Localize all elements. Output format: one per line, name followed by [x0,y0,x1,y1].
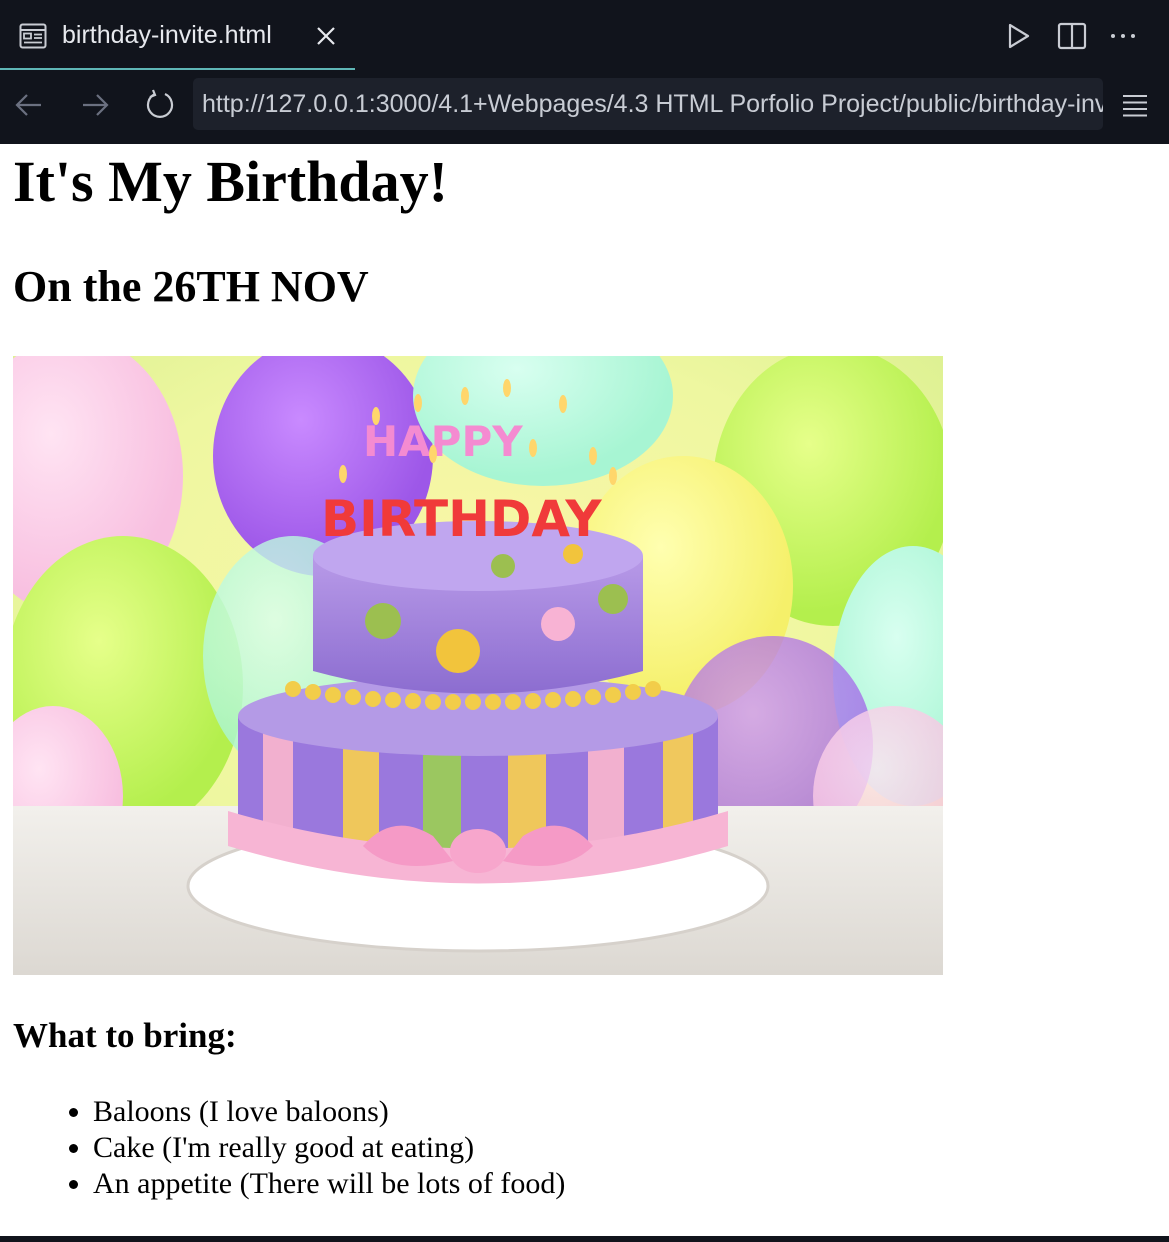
menu-icon[interactable] [1120,91,1150,121]
browser-nav-bar [0,70,1169,144]
list-item: Cake (I'm really good at eating) [93,1130,565,1166]
split-editor-icon[interactable] [1057,20,1087,52]
back-arrow-icon[interactable] [12,88,46,122]
birthday-cake-image: HAPPY BIRTHDAY [13,356,943,975]
preview-icon [19,23,47,49]
close-icon[interactable] [314,24,338,48]
reload-icon[interactable] [143,88,177,122]
what-to-bring-heading: What to bring: [13,1016,237,1055]
tab-birthday-invite[interactable]: birthday-invite.html [0,0,355,70]
editor-tab-bar: birthday-invite.html [0,0,1169,70]
address-bar[interactable] [193,78,1103,130]
tab-title: birthday-invite.html [62,21,272,49]
page-title: It's My Birthday! [13,149,448,214]
list-item: An appetite (There will be lots of food) [93,1166,565,1202]
url-input[interactable] [193,78,1103,130]
bring-list: Baloons (I love baloons) Cake (I'm reall… [53,1094,565,1202]
bottom-border [0,1236,1169,1242]
forward-arrow-icon[interactable] [78,88,112,122]
more-actions-icon[interactable] [1108,20,1138,52]
list-item: Baloons (I love baloons) [93,1094,565,1130]
cake-text-top: HAPPY [363,417,523,466]
run-icon[interactable] [1004,20,1034,52]
cake-text-bottom: BIRTHDAY [321,490,602,548]
date-subheading: On the 26TH NOV [13,262,369,311]
page-content: It's My Birthday! On the 26TH NOV HAPPY … [0,144,1169,1236]
